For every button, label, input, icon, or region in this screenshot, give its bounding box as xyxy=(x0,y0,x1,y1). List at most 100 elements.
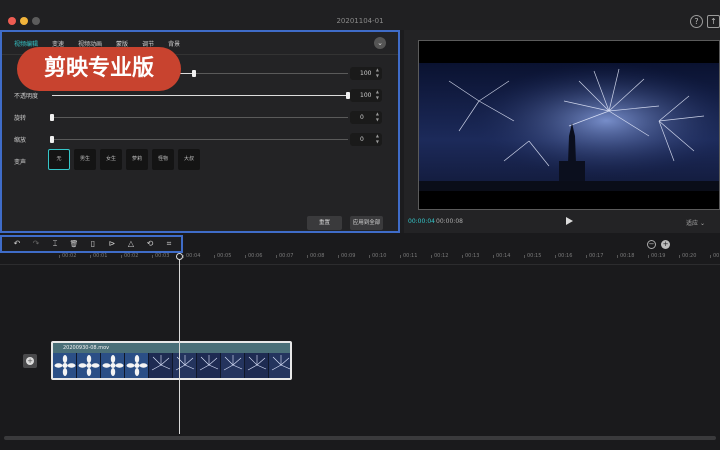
voice-change-label: 变声 xyxy=(14,159,27,166)
ruler-tick-label: 00:10 xyxy=(368,253,387,259)
timeline-scrollbar[interactable] xyxy=(4,436,716,440)
freeze-icon[interactable]: ▯ xyxy=(87,238,99,250)
slider-row-scale: 缩放 0 ▲ ▼ xyxy=(14,133,384,147)
ruler-tick-label: 00:02 xyxy=(120,253,139,259)
clip-thumbnail-frame xyxy=(77,353,101,378)
current-time: 00:00:04 xyxy=(408,218,435,225)
preview-panel: 00:00:04 00:00:08 适应 ⌄ xyxy=(404,30,720,233)
ruler-tick-label: 00:15 xyxy=(523,253,542,259)
apply-all-button[interactable]: 应用到全部 xyxy=(350,216,383,230)
add-icon: + xyxy=(26,357,34,365)
value-text: 100 xyxy=(360,92,372,99)
redo-icon[interactable]: ↷ xyxy=(30,238,42,250)
slider-row-rotate: 旋转 0 ▲ ▼ xyxy=(14,111,384,125)
stepper-icon[interactable]: ▲ ▼ xyxy=(376,133,379,145)
ruler-tick-label: 00:01 xyxy=(89,253,108,259)
window-title: 20201104-01 xyxy=(336,17,384,25)
playhead[interactable] xyxy=(179,254,180,434)
zoom-out-icon[interactable]: − xyxy=(647,240,656,249)
ruler-tick-label: 00:07 xyxy=(275,253,294,259)
clip-thumbnail-frame xyxy=(245,353,269,378)
voice-option-uncle[interactable]: 大叔 xyxy=(178,149,200,170)
slider-label: 不透明度 xyxy=(14,93,39,100)
slider-thumb[interactable] xyxy=(50,114,54,121)
stepper-icon[interactable]: ▲ ▼ xyxy=(376,89,379,101)
aspect-ratio-label: 适应 xyxy=(686,220,699,227)
app-window: 20201104-01 ? ↑ 视频编辑 变速 视频动画 蒙版 调节 背景 ⌄ … xyxy=(0,0,720,450)
clip-thumbnail-frame xyxy=(53,353,77,378)
value-field[interactable]: 100 ▲ ▼ xyxy=(350,89,382,102)
clip-thumbnail-frame xyxy=(269,353,290,378)
slider-thumb[interactable] xyxy=(50,136,54,143)
zoom-in-icon[interactable]: + xyxy=(661,240,670,249)
fireworks-image xyxy=(419,41,719,209)
banner-text: 剪映专业版 xyxy=(43,56,154,81)
ruler-tick-label: 00:04 xyxy=(182,253,201,259)
voice-option-none[interactable]: 无 xyxy=(48,149,70,170)
aspect-ratio-select[interactable]: 适应 ⌄ xyxy=(686,218,705,227)
undo-icon[interactable]: ↶ xyxy=(11,238,23,250)
ruler-tick-label: 00:13 xyxy=(461,253,480,259)
value-field[interactable]: 100 ▲ ▼ xyxy=(350,67,382,80)
chevron-down-icon: ⌄ xyxy=(699,220,705,227)
clip-thumbnail-frame xyxy=(149,353,173,378)
slider-track[interactable] xyxy=(52,139,348,140)
reset-button[interactable]: 重置 xyxy=(307,216,342,230)
ruler-tick-label: 00:08 xyxy=(306,253,325,259)
play-speed-icon[interactable]: ⊳ xyxy=(106,238,118,250)
total-time: 00:00:08 xyxy=(436,218,463,225)
ruler-tick-label: 00:21 xyxy=(709,253,720,260)
voice-option-monster[interactable]: 怪物 xyxy=(152,149,174,170)
ruler-tick-label: 00:09 xyxy=(337,253,356,259)
chevron-down-icon[interactable]: ⌄ xyxy=(374,37,386,49)
ruler-tick-label: 00:17 xyxy=(585,253,604,259)
voice-option-male[interactable]: 男生 xyxy=(74,149,96,170)
slider-label: 缩放 xyxy=(14,137,27,144)
ruler-tick-label: 00:06 xyxy=(244,253,263,259)
mirror-icon[interactable]: △ xyxy=(125,238,137,250)
clip-thumbnail-frame xyxy=(221,353,245,378)
rotate-icon[interactable]: ⟲ xyxy=(144,238,156,250)
stepper-icon[interactable]: ▲ ▼ xyxy=(376,67,379,79)
clip-title: 20200930-08.mov xyxy=(53,343,290,353)
slider-label: 旋转 xyxy=(14,115,27,122)
crop-icon[interactable]: ⌗ xyxy=(163,238,175,250)
clip-thumbnail-frame xyxy=(173,353,197,378)
slider-thumb[interactable] xyxy=(192,70,197,77)
split-icon[interactable]: ⌶ xyxy=(49,238,61,250)
help-icon[interactable]: ? xyxy=(690,15,703,28)
slider-track[interactable] xyxy=(52,117,348,118)
clip-thumbnails xyxy=(53,353,290,378)
value-field[interactable]: 0 ▲ ▼ xyxy=(350,111,382,124)
ruler-tick-label: 00:18 xyxy=(616,253,635,259)
timeline-toolbar: ↶ ↷ ⌶ 🗑 ▯ ⊳ △ ⟲ ⌗ xyxy=(0,235,183,253)
playhead-handle[interactable] xyxy=(176,253,183,260)
ruler-tick-label: 00:11 xyxy=(399,253,418,259)
product-banner: 剪映专业版 xyxy=(17,47,181,91)
export-icon[interactable]: ↑ xyxy=(707,15,720,28)
ruler-divider xyxy=(0,264,720,265)
add-track-button[interactable]: + xyxy=(23,354,37,368)
voice-option-female[interactable]: 女生 xyxy=(100,149,122,170)
play-icon[interactable] xyxy=(564,216,574,226)
stepper-icon[interactable]: ▲ ▼ xyxy=(376,111,379,123)
ruler-tick-label: 00:16 xyxy=(554,253,573,259)
ruler-tick-label: 00:20 xyxy=(678,253,697,259)
clip-thumbnail-frame xyxy=(197,353,221,378)
delete-icon[interactable]: 🗑 xyxy=(68,238,80,250)
ruler-tick-label: 00:14 xyxy=(492,253,511,259)
slider-row-opacity: 不透明度 100 ▲ ▼ xyxy=(14,89,384,103)
ruler-tick-label: 00:12 xyxy=(430,253,449,259)
value-text: 0 xyxy=(360,136,364,143)
time-ruler[interactable]: 00:02 00:01 00:02 00:03 00:04 00:05 00:06 00:07… xyxy=(0,253,720,263)
voice-option-loli[interactable]: 萝莉 xyxy=(126,149,148,170)
ruler-tick-label: 00:05 xyxy=(213,253,232,259)
clip-thumbnail-frame xyxy=(101,353,125,378)
video-preview[interactable] xyxy=(418,40,720,210)
value-text: 0 xyxy=(360,114,364,121)
clip-thumbnail-frame xyxy=(125,353,149,378)
ruler-tick-label: 00:02 xyxy=(58,253,77,259)
value-field[interactable]: 0 ▲ ▼ xyxy=(350,133,382,146)
ruler-tick-label: 00:03 xyxy=(151,253,170,259)
video-clip[interactable]: 20200930-08.mov xyxy=(51,341,292,380)
